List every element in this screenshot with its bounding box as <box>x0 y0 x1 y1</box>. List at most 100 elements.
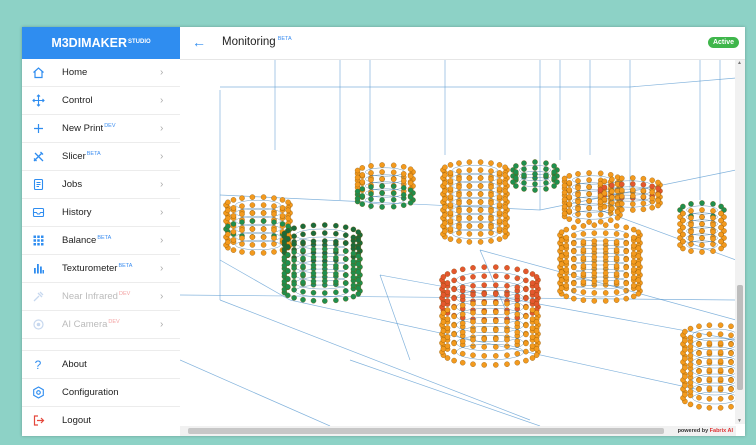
print-object <box>566 216 573 222</box>
print-object <box>710 201 716 207</box>
print-object <box>488 216 494 222</box>
3d-viewport[interactable]: ▲ ▼ powered by Fabrix AI <box>180 60 745 436</box>
print-object <box>602 270 609 276</box>
scroll-down-icon[interactable]: ▼ <box>737 418 742 424</box>
print-object <box>561 189 568 196</box>
print-object <box>533 328 540 334</box>
print-object <box>322 270 328 276</box>
print-object <box>230 205 237 211</box>
print-object <box>602 254 609 260</box>
print-object <box>239 249 245 255</box>
sidebar-item-about[interactable]: ? About <box>22 351 180 379</box>
print-object-infill <box>571 252 629 266</box>
scroll-up-icon[interactable]: ▲ <box>737 60 742 66</box>
print-object <box>630 187 636 193</box>
print-object <box>613 247 620 253</box>
print-object <box>260 202 267 208</box>
print-object <box>706 385 713 391</box>
print-object <box>717 349 724 355</box>
print-object <box>687 388 694 395</box>
brand-logo[interactable]: M3DIMAKER STUDIO <box>22 27 180 59</box>
print-object <box>682 382 688 389</box>
print-object <box>481 264 487 270</box>
print-object <box>260 234 267 240</box>
print-object <box>655 197 661 204</box>
print-object <box>688 215 694 221</box>
sidebar-item-ai-camera: AI CameraDEV › <box>22 311 180 339</box>
print-object <box>597 218 604 225</box>
print-object <box>470 337 476 343</box>
print-object <box>355 245 362 251</box>
print-object <box>342 240 349 246</box>
print-object <box>571 295 577 302</box>
print-object <box>279 197 286 203</box>
print-object <box>456 224 462 230</box>
sidebar-item-home[interactable]: Home › <box>22 59 180 87</box>
sidebar-item-new-print[interactable]: New PrintDEV › <box>22 115 180 143</box>
print-object <box>706 376 713 382</box>
print-object <box>447 236 454 242</box>
sidebar-item-label: Home <box>62 67 88 78</box>
print-object <box>575 192 581 198</box>
print-object <box>502 233 508 240</box>
print-object <box>687 334 694 341</box>
print-object <box>488 208 494 214</box>
print-object <box>558 245 565 251</box>
sidebar-item-slicer[interactable]: SlicerBETA › <box>22 143 180 171</box>
print-object <box>470 361 476 367</box>
horizontal-scroll-thumb[interactable] <box>188 428 664 434</box>
sidebar-item-control[interactable]: Control › <box>22 87 180 115</box>
print-object <box>655 191 661 198</box>
horizontal-scrollbar[interactable] <box>180 426 736 436</box>
vertical-scrollbar[interactable]: ▲ ▼ <box>735 60 745 424</box>
print-object <box>630 226 637 233</box>
print-object <box>728 323 734 330</box>
print-object <box>623 295 629 302</box>
print-object <box>619 175 625 182</box>
sidebar-item-jobs[interactable]: Jobs › <box>22 171 180 199</box>
print-object <box>563 226 570 233</box>
print-object <box>225 223 231 230</box>
3d-scene[interactable] <box>180 60 736 426</box>
print-object <box>561 210 568 217</box>
print-object <box>566 180 573 186</box>
vertical-scroll-thumb[interactable] <box>737 285 743 390</box>
print-object <box>514 320 521 327</box>
print-object <box>379 162 385 168</box>
sidebar-item-balance[interactable]: BalanceBETA › <box>22 227 180 255</box>
print-object <box>575 171 581 177</box>
print-object-infill <box>571 284 629 298</box>
print-object <box>447 218 454 224</box>
print-object <box>696 350 702 357</box>
sidebar-item-configuration[interactable]: Configuration <box>22 379 180 407</box>
print-object <box>359 172 366 178</box>
print-object <box>532 181 538 187</box>
sidebar-item-logout[interactable]: Logout <box>22 407 180 434</box>
sidebar-item-texturometer[interactable]: TexturometerBETA › <box>22 255 180 283</box>
print-object <box>504 343 510 349</box>
print-object <box>333 270 339 277</box>
print-object <box>566 187 573 193</box>
print-object <box>481 309 487 315</box>
print-object <box>514 284 521 291</box>
print-object <box>696 403 702 410</box>
print-object <box>710 208 716 214</box>
print-object <box>291 249 297 255</box>
print-object <box>591 246 598 252</box>
print-object <box>728 377 734 384</box>
print-object <box>350 242 357 249</box>
print-object <box>502 204 508 211</box>
print-object <box>566 194 573 200</box>
print-object <box>444 271 451 277</box>
print-object <box>322 262 328 268</box>
print-object <box>496 170 503 176</box>
print-object <box>481 282 487 288</box>
print-object <box>466 223 473 229</box>
back-arrow-icon[interactable]: ← <box>192 35 206 49</box>
sidebar-item-history[interactable]: History › <box>22 199 180 227</box>
print-object <box>728 394 734 401</box>
print-object <box>718 210 724 217</box>
print-object <box>249 242 256 248</box>
move-arrows-icon <box>31 94 45 108</box>
print-object <box>728 368 734 375</box>
